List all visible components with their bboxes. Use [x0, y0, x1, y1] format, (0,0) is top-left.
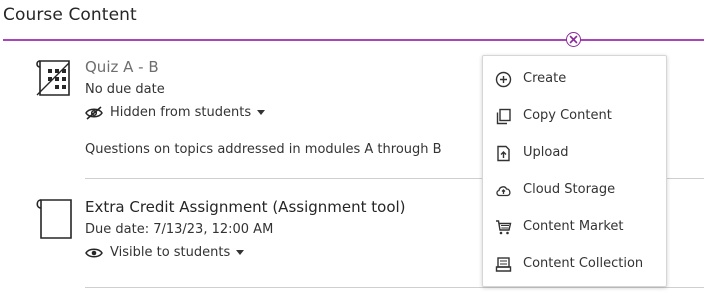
hidden-eye-icon	[85, 105, 103, 120]
cart-icon	[496, 220, 512, 235]
chevron-down-icon	[257, 110, 266, 115]
menu-item-label: Create	[523, 71, 567, 86]
menu-item-label: Cloud Storage	[523, 182, 616, 197]
menu-item-copy-content[interactable]: Copy Content	[483, 98, 666, 135]
visibility-label: Visible to students	[110, 245, 231, 260]
chevron-down-icon	[236, 250, 245, 255]
row-divider	[85, 287, 704, 288]
content-item-quiz: Quiz A - B No due date Hidden from stude…	[35, 58, 455, 178]
test-icon	[35, 58, 73, 102]
due-date-text: Due date: 7/13/23, 12:00 AM	[85, 222, 274, 237]
menu-item-content-market[interactable]: Content Market	[483, 209, 666, 246]
due-date-text: No due date	[85, 82, 165, 97]
eye-icon	[85, 248, 103, 257]
menu-item-content-collection[interactable]: Content Collection	[483, 246, 666, 283]
visibility-dropdown[interactable]: Visible to students	[85, 245, 245, 260]
close-menu-button[interactable]	[566, 32, 581, 47]
add-content-menu: Create Copy Content Upload Cloud Storage…	[482, 55, 667, 287]
item-title[interactable]: Extra Credit Assignment (Assignment tool…	[85, 198, 406, 216]
plus-circle-icon	[495, 71, 512, 88]
cloud-upload-icon	[496, 186, 511, 197]
add-content-divider[interactable]	[3, 39, 704, 41]
menu-item-label: Content Collection	[523, 256, 644, 271]
assignment-icon	[35, 198, 73, 244]
visibility-dropdown[interactable]: Hidden from students	[85, 105, 266, 120]
menu-item-label: Content Market	[523, 219, 624, 234]
menu-item-create[interactable]: Create	[483, 61, 666, 98]
page-title: Course Content	[3, 5, 137, 25]
copy-icon	[496, 108, 511, 125]
menu-item-label: Copy Content	[523, 108, 612, 123]
menu-item-label: Upload	[523, 145, 569, 160]
item-title[interactable]: Quiz A - B	[85, 58, 159, 76]
close-icon	[569, 35, 578, 44]
upload-icon	[497, 145, 510, 162]
visibility-label: Hidden from students	[110, 105, 252, 120]
item-description: Questions on topics addressed in modules…	[85, 142, 442, 157]
menu-item-upload[interactable]: Upload	[483, 135, 666, 172]
menu-item-cloud-storage[interactable]: Cloud Storage	[483, 172, 666, 209]
content-item-assignment: Extra Credit Assignment (Assignment tool…	[35, 198, 455, 278]
collection-icon	[495, 257, 512, 272]
